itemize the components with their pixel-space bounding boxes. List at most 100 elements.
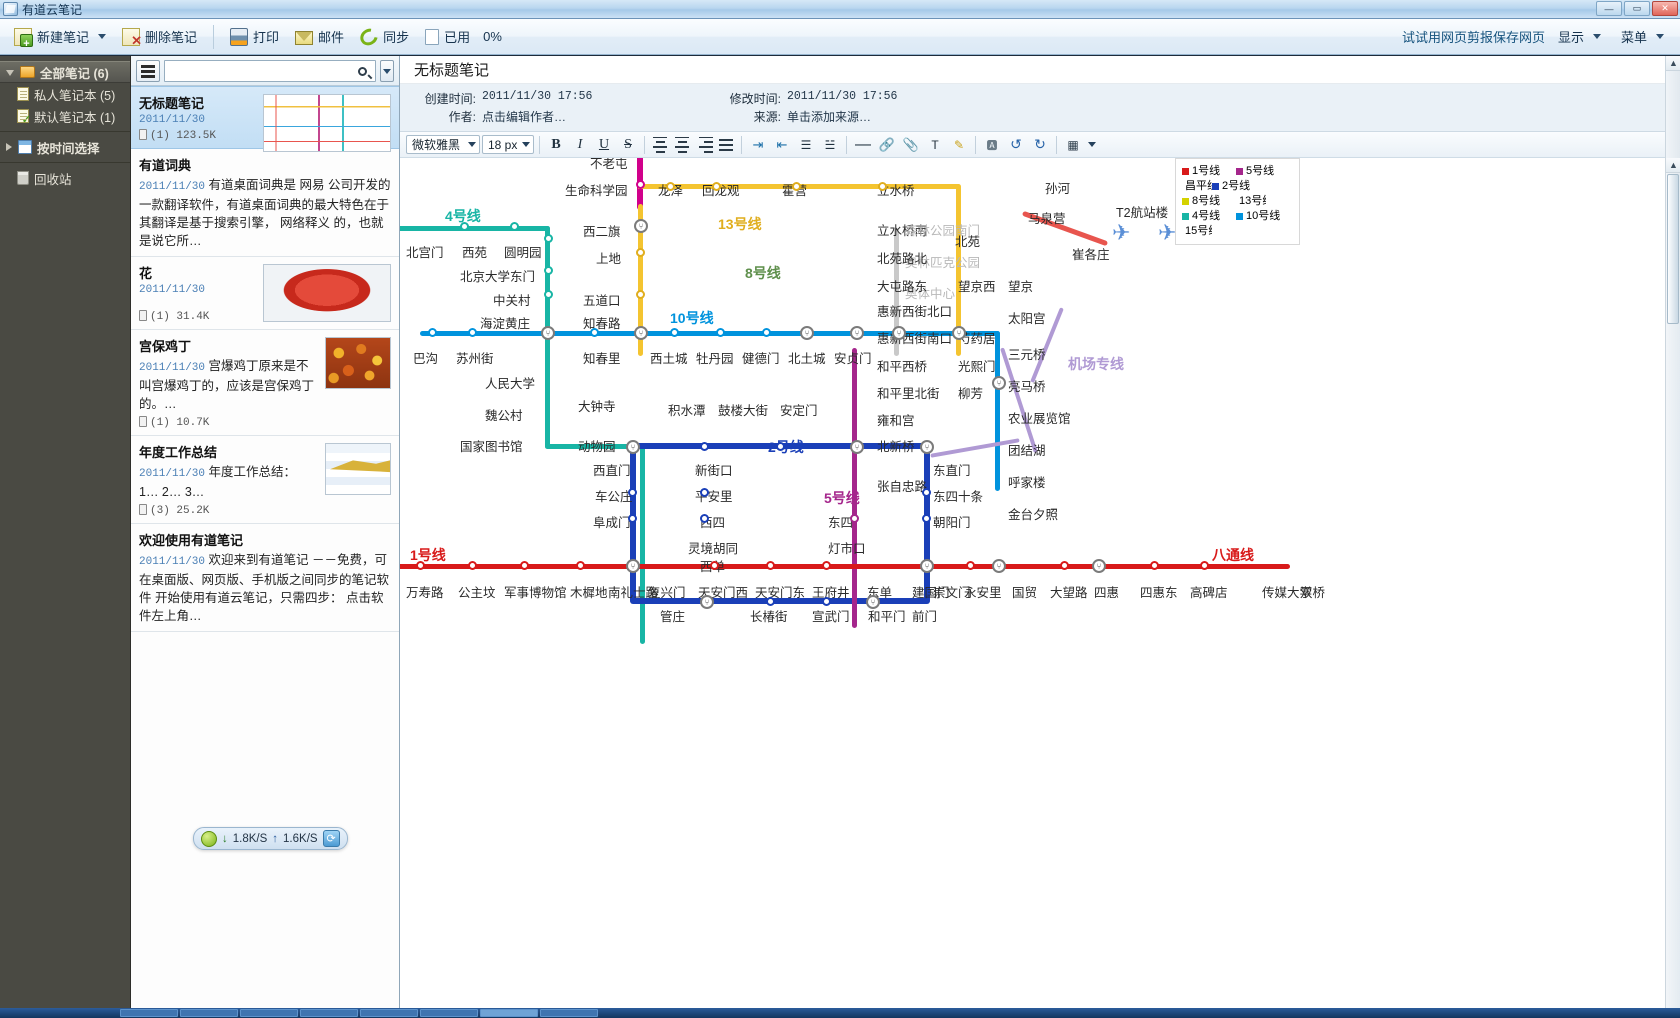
transfer-station: ⑂ [952, 326, 966, 340]
window-titlebar: 有道云笔记 — ▭ ✕ [0, 0, 1680, 19]
source-value[interactable]: 单击添加来源… [787, 108, 871, 125]
undo-icon[interactable]: ↺ [1005, 134, 1027, 155]
strikethrough-button[interactable]: S [617, 134, 639, 155]
station-label: 双桥 [1300, 586, 1326, 600]
list-item[interactable]: 宫保鸡丁 2011/11/30 宫爆鸡丁原来是不叫宫爆鸡丁的，应该是宫保鸡丁的。… [131, 330, 399, 436]
align-justify-icon[interactable] [716, 134, 736, 155]
attachment-icon[interactable]: 📎 [900, 134, 922, 155]
sidebar-item-private-notebook[interactable]: 私人笔记本 (5) [0, 83, 130, 105]
sync-icon [357, 24, 382, 49]
station-label: 公主坟 [458, 586, 496, 600]
sidebar-item-by-time[interactable]: 按时间选择 [0, 136, 130, 158]
station-label: 马泉营 [1028, 212, 1066, 226]
taskbar-item-active[interactable] [480, 1009, 538, 1017]
align-right-icon[interactable] [694, 134, 714, 155]
page-title[interactable]: 无标题笔记 [414, 59, 489, 80]
station-dot [922, 488, 931, 497]
taskbar-item[interactable] [300, 1009, 358, 1017]
underline-button[interactable]: U [593, 134, 615, 155]
bullet-list-icon[interactable]: ☰ [795, 134, 817, 155]
print-button[interactable]: 打印 [222, 23, 287, 50]
font-family-select[interactable]: 微软雅黑 [406, 135, 480, 154]
delete-note-button[interactable]: 删除笔记 [114, 23, 205, 50]
search-icon[interactable] [349, 61, 375, 81]
highlight-icon[interactable]: ✎ [948, 134, 970, 155]
taskbar-item[interactable] [120, 1009, 178, 1017]
legend-item: 4号线 [1182, 209, 1236, 224]
list-item[interactable]: 欢迎使用有道笔记 2011/11/30 欢迎来到有道笔记 －－免费，可在桌面版、… [131, 524, 399, 632]
align-center-icon[interactable] [672, 134, 692, 155]
station-label: 生命科学园 [565, 184, 628, 198]
new-note-button[interactable]: 新建笔记 [6, 23, 114, 50]
chevron-down-icon[interactable] [522, 142, 530, 147]
note-date: 2011/11/30 [139, 468, 206, 480]
search-field-wrap[interactable] [164, 60, 376, 82]
chevron-down-icon[interactable] [1656, 34, 1664, 39]
transfer-station: ⑂ [700, 595, 714, 609]
sidebar-divider [0, 162, 130, 163]
list-item[interactable]: 有道词典 2011/11/30 有道桌面词典是 网易 公司开发的一款翻译软件，有… [131, 149, 399, 257]
font-size-select[interactable]: 18 px [482, 135, 534, 154]
maximize-button[interactable]: ▭ [1624, 1, 1650, 16]
chevron-down-icon[interactable] [98, 34, 107, 39]
outdent-icon[interactable]: ⇤ [771, 134, 793, 155]
display-menu-button[interactable]: 显示 [1550, 23, 1609, 50]
text-color-icon[interactable]: T [924, 134, 946, 155]
align-left-icon[interactable] [650, 134, 670, 155]
horizontal-rule-icon[interactable]: — [852, 134, 874, 155]
content-scrollbar[interactable]: ▲ [1665, 158, 1680, 1008]
mail-button[interactable]: 邮件 [287, 23, 352, 50]
taskbar-item[interactable] [240, 1009, 298, 1017]
minimize-button[interactable]: — [1596, 1, 1622, 16]
link-icon[interactable]: 🔗 [876, 134, 898, 155]
station-label: 惠新西街南口 [877, 332, 953, 346]
sidebar-item-trash[interactable]: 回收站 [0, 167, 130, 189]
scroll-up-arrow-icon[interactable]: ▲ [1666, 56, 1680, 71]
taskbar-item[interactable] [420, 1009, 478, 1017]
station-dot [1060, 561, 1069, 570]
scroll-up-arrow-icon[interactable]: ▲ [1666, 158, 1680, 173]
table-icon[interactable]: ▦ [1062, 134, 1084, 155]
taskbar-item[interactable] [540, 1009, 598, 1017]
close-button[interactable]: ✕ [1652, 1, 1678, 16]
chevron-down-icon[interactable] [1086, 134, 1098, 155]
scrollbar-thumb[interactable] [1667, 174, 1679, 324]
chevron-down-icon[interactable] [468, 142, 476, 147]
clear-format-icon[interactable]: 🅰 [981, 134, 1003, 155]
chevron-down-icon[interactable] [380, 60, 394, 82]
station-label: 万寿路 [406, 586, 444, 600]
list-item[interactable]: 无标题笔记 2011/11/30 (1) 123.5K [131, 86, 399, 152]
menu-button[interactable]: 菜单 [1613, 23, 1672, 50]
sidebar-item-default-notebook[interactable]: 默认笔记本 (1) [0, 105, 130, 127]
note-editor: 无标题笔记 创建时间: 2011/11/30 17:56 修改时间: 2011/… [400, 56, 1680, 1008]
bold-button[interactable]: B [545, 134, 567, 155]
station-label: 国家图书馆 [460, 440, 523, 454]
taskbar-item[interactable] [180, 1009, 238, 1017]
os-taskbar [0, 1008, 1680, 1018]
italic-button[interactable]: I [569, 134, 591, 155]
chevron-down-icon[interactable] [1592, 34, 1601, 39]
hamburger-icon[interactable] [136, 60, 160, 82]
note-content-canvas[interactable]: 4号线 13号线 8号线 10号线 2号线 5号线 1号线 八通线 机场专线 不… [400, 158, 1680, 1008]
attachment-icon [139, 504, 147, 515]
search-input[interactable] [165, 62, 349, 80]
list-item[interactable]: 年度工作总结 2011/11/30 年度工作总结： 1… 2… 3… (3) 2… [131, 436, 399, 524]
list-item[interactable]: 花 2011/11/30 (1) 31.4K [131, 257, 399, 330]
chevron-right-icon[interactable] [6, 143, 12, 151]
refresh-icon[interactable]: ⟳ [322, 830, 340, 847]
sidebar-item-all-notes[interactable]: 全部笔记 (6) [0, 61, 130, 83]
redo-icon[interactable]: ↻ [1029, 134, 1051, 155]
taskbar-item[interactable] [360, 1009, 418, 1017]
note-date: 2011/11/30 [139, 362, 206, 374]
sync-button[interactable]: 同步 [352, 23, 417, 50]
chevron-down-icon[interactable] [6, 70, 14, 76]
web-clip-link[interactable]: 试试用网页剪报保存网页 [1402, 27, 1545, 46]
window-controls[interactable]: — ▭ ✕ [1596, 1, 1678, 16]
station-label: 健德门 [742, 352, 780, 366]
note-thumbnail [263, 264, 391, 322]
network-speed-widget[interactable]: ↓ 1.8K/S ↑ 1.6K/S ⟳ [193, 827, 348, 850]
print-label: 打印 [253, 30, 280, 45]
author-value[interactable]: 点击编辑作者… [482, 108, 566, 125]
indent-icon[interactable]: ⇥ [747, 134, 769, 155]
number-list-icon[interactable]: ☱ [819, 134, 841, 155]
